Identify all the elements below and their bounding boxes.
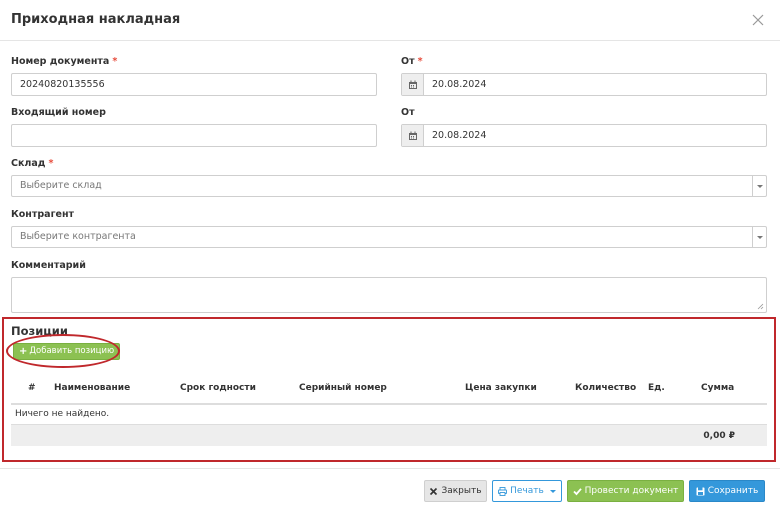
date1-field[interactable]: 20.08.2024 [401,73,767,96]
highlight-ellipse [6,334,120,368]
date2-label: От [401,107,415,118]
date2-value[interactable]: 20.08.2024 [424,125,494,146]
column-header-expiry[interactable]: Срок годности [180,383,256,393]
save-icon [696,487,705,495]
close-button-label: Закрыть [441,486,482,496]
column-header-quantity[interactable]: Количество [575,383,636,393]
footer-divider [0,468,780,469]
column-header-sum[interactable]: Сумма [701,383,734,393]
post-document-button[interactable]: Провести документ [567,480,684,502]
counterparty-select[interactable]: Выберите контрагента [11,226,767,248]
doc-number-input[interactable]: 20240820135556 [11,73,377,96]
print-icon [498,486,508,496]
warehouse-select[interactable]: Выберите склад [11,175,767,197]
column-header-number[interactable]: # [28,383,36,393]
print-button-label: Печать [510,486,544,496]
doc-number-label: Номер документа * [11,56,118,67]
date2-field[interactable]: 20.08.2024 [401,124,767,147]
post-document-label: Провести документ [584,486,679,496]
date1-label: От * [401,56,423,67]
date1-value[interactable]: 20.08.2024 [424,74,494,95]
column-header-price[interactable]: Цена закупки [465,383,537,393]
modal-title: Приходная накладная [11,12,181,27]
chevron-down-icon[interactable] [752,227,766,247]
incoming-number-label: Входящий номер [11,107,106,118]
column-header-name[interactable]: Наименование [54,383,130,393]
table-header-divider [11,403,767,405]
calendar-icon[interactable] [402,125,424,146]
close-icon [430,487,438,495]
empty-table-message: Ничего не найдено. [15,409,110,419]
close-button[interactable]: Закрыть [424,480,487,502]
chevron-down-icon[interactable] [752,176,766,196]
close-icon[interactable] [750,12,766,28]
comment-textarea[interactable] [11,277,767,313]
table-total: 0,00 ₽ [703,431,735,441]
warehouse-label: Склад * [11,158,54,169]
comment-label: Комментарий [11,260,86,271]
counterparty-label: Контрагент [11,209,75,220]
print-button[interactable]: Печать [492,480,562,502]
incoming-number-input[interactable] [11,124,377,147]
check-icon [573,487,582,495]
column-header-serial[interactable]: Серийный номер [299,383,387,393]
caret-down-icon [549,489,556,493]
resize-handle-icon[interactable] [757,303,764,310]
table-footer-row [11,425,767,446]
counterparty-placeholder: Выберите контрагента [20,231,136,242]
warehouse-placeholder: Выберите склад [20,180,102,191]
calendar-icon[interactable] [402,74,424,95]
save-button[interactable]: Сохранить [689,480,765,502]
column-header-unit[interactable]: Ед. [648,383,665,393]
header-divider [0,40,780,41]
save-button-label: Сохранить [707,486,759,496]
